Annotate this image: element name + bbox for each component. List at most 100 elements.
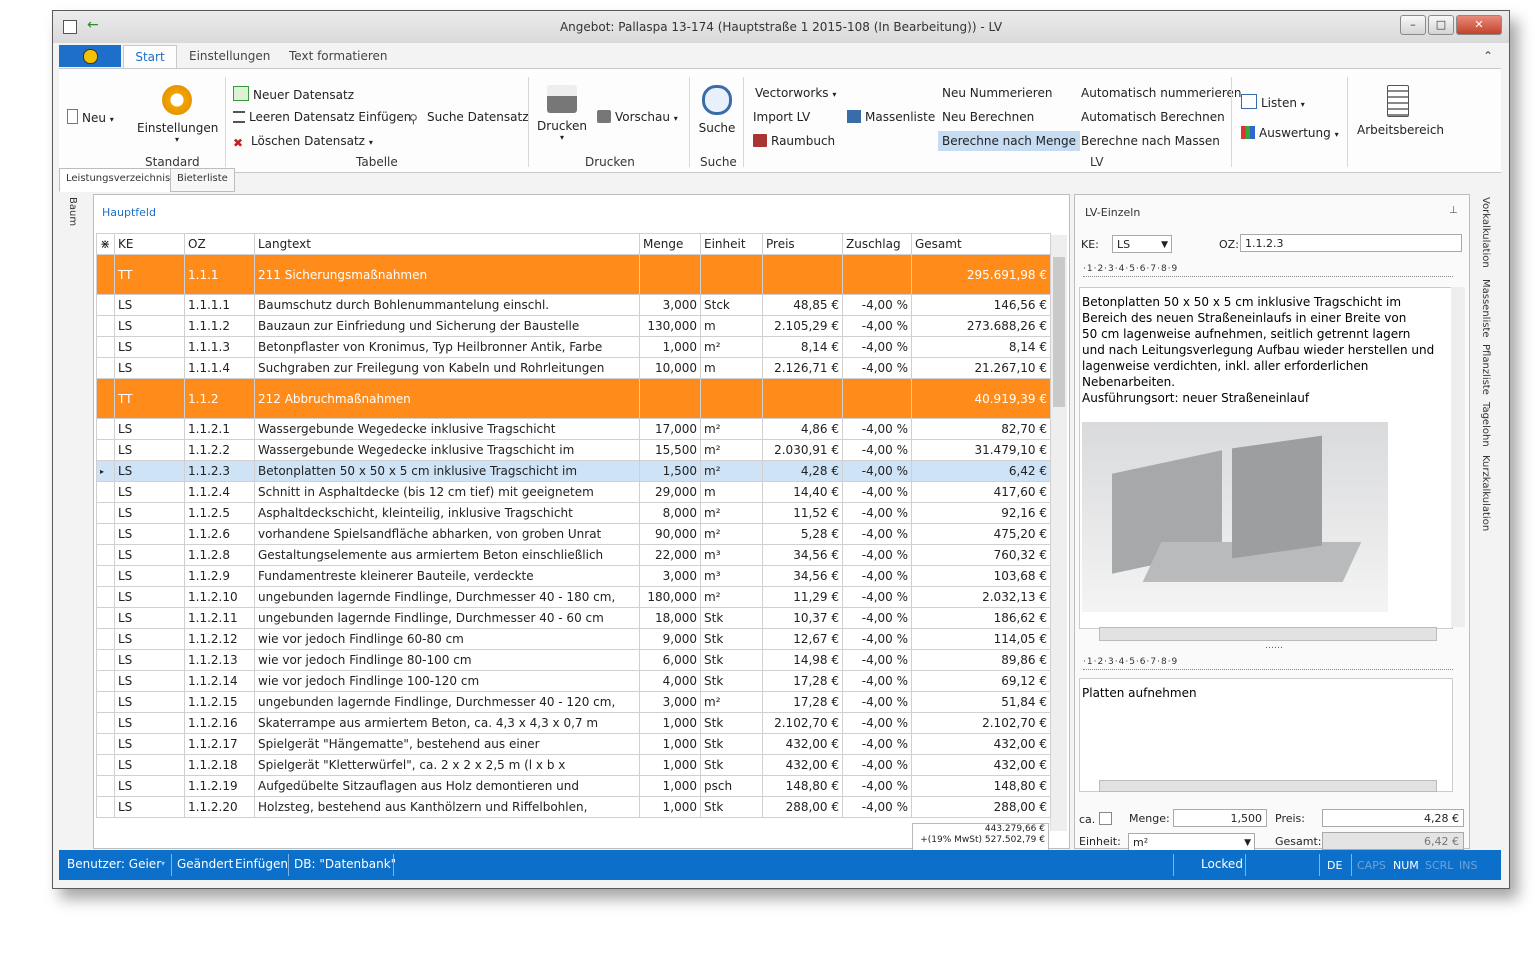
- cell-menge[interactable]: 180,000: [639, 586, 701, 608]
- cell-text[interactable]: 212 Abbruchmaßnahmen: [254, 378, 640, 419]
- cell-text[interactable]: Spielgerät "Hängematte", bestehend aus e…: [254, 733, 640, 755]
- table-row[interactable]: LS 1.1.2.10 ungebunden lagernde Findlinge,…: [96, 586, 1051, 608]
- tab-bieterliste[interactable]: Bieterliste: [170, 168, 235, 192]
- cell-gesamt[interactable]: 82,70 €: [911, 418, 1051, 440]
- cell-einheit[interactable]: m²: [700, 523, 763, 545]
- table-row[interactable]: LS 1.1.2.18 Spielgerät "Kletterwürfel", ca…: [96, 754, 1051, 776]
- cell-menge[interactable]: 1,000: [639, 796, 701, 818]
- cell-menge[interactable]: 10,000: [639, 357, 701, 379]
- row-selector[interactable]: [96, 565, 115, 587]
- tab-tagelohn[interactable]: Tagelohn: [1480, 402, 1491, 447]
- row-selector[interactable]: [96, 754, 115, 776]
- cell-preis[interactable]: 4,28 €: [762, 460, 843, 482]
- app-menu-button[interactable]: [59, 45, 121, 67]
- status-benutzer[interactable]: Benutzer: Geier: [67, 857, 161, 871]
- cell-menge[interactable]: 8,000: [639, 502, 701, 524]
- cell-zuschlag[interactable]: -4,00 %: [842, 502, 912, 524]
- cell-menge[interactable]: 1,000: [639, 775, 701, 797]
- berechne-nach-menge-button[interactable]: Berechne nach Menge: [938, 131, 1080, 151]
- cell-ke[interactable]: LS: [114, 565, 185, 587]
- column-header-oz[interactable]: OZ: [184, 233, 255, 255]
- cell-preis[interactable]: 10,37 €: [762, 607, 843, 629]
- cell-ke[interactable]: TT: [114, 254, 185, 295]
- cell-menge[interactable]: [639, 254, 701, 295]
- dropdown-arrow-icon[interactable]: ▾: [161, 859, 165, 868]
- cell-einheit[interactable]: Stk: [700, 670, 763, 692]
- row-selector[interactable]: [96, 775, 115, 797]
- cell-gesamt[interactable]: 273.688,26 €: [911, 315, 1051, 337]
- tab-start[interactable]: Start: [123, 45, 177, 68]
- cell-einheit[interactable]: m²: [700, 460, 763, 482]
- cell-text[interactable]: ungebunden lagernde Findlinge, Durchmess…: [254, 607, 640, 629]
- grid-vertical-scrollbar[interactable]: [1050, 235, 1067, 831]
- cell-menge[interactable]: 1,500: [639, 460, 701, 482]
- table-row[interactable]: LS 1.1.2.8 Gestaltungselemente aus armiert…: [96, 544, 1051, 566]
- cell-zuschlag[interactable]: -4,00 %: [842, 712, 912, 734]
- cell-ke[interactable]: LS: [114, 670, 185, 692]
- cell-ke[interactable]: LS: [114, 691, 185, 713]
- cell-menge[interactable]: 29,000: [639, 481, 701, 503]
- cell-preis[interactable]: 5,28 €: [762, 523, 843, 545]
- cell-ke[interactable]: LS: [114, 586, 185, 608]
- collapse-ribbon-icon[interactable]: ⌃: [1483, 45, 1493, 67]
- table-row[interactable]: LS 1.1.2.16 Skaterrampe aus armiertem Beto…: [96, 712, 1051, 734]
- neu-berechnen-button[interactable]: Neu Berechnen: [942, 110, 1034, 124]
- row-selector[interactable]: [96, 586, 115, 608]
- cell-gesamt[interactable]: 186,62 €: [911, 607, 1051, 629]
- table-row[interactable]: LS 1.1.2.4 Schnitt in Asphaltdecke (bis 12…: [96, 481, 1051, 503]
- cell-einheit[interactable]: m: [700, 315, 763, 337]
- oz-field[interactable]: 1.1.2.3: [1240, 234, 1462, 252]
- cell-zuschlag[interactable]: -4,00 %: [842, 481, 912, 503]
- cell-oz[interactable]: 1.1.2.10: [184, 586, 255, 608]
- row-selector-header[interactable]: ⋇: [96, 233, 115, 255]
- cell-menge[interactable]: 9,000: [639, 628, 701, 650]
- vorschau-button[interactable]: Vorschau ▾: [597, 110, 678, 124]
- cell-einheit[interactable]: [700, 254, 763, 295]
- cell-preis[interactable]: 17,28 €: [762, 691, 843, 713]
- cell-zuschlag[interactable]: -4,00 %: [842, 691, 912, 713]
- cell-oz[interactable]: 1.1.1: [184, 254, 255, 295]
- cell-preis[interactable]: 432,00 €: [762, 733, 843, 755]
- row-selector[interactable]: [96, 670, 115, 692]
- cell-zuschlag[interactable]: -4,00 %: [842, 733, 912, 755]
- cell-zuschlag[interactable]: -4,00 %: [842, 565, 912, 587]
- cell-zuschlag[interactable]: -4,00 %: [842, 670, 912, 692]
- cell-oz[interactable]: 1.1.2.5: [184, 502, 255, 524]
- row-selector[interactable]: [96, 523, 115, 545]
- leeren-datensatz-einfuegen-button[interactable]: Leeren Datensatz Einfügen: [233, 110, 411, 124]
- cell-ke[interactable]: LS: [114, 315, 185, 337]
- listen-button[interactable]: Listen ▾: [1241, 94, 1305, 110]
- cell-ke[interactable]: TT: [114, 378, 185, 419]
- massenliste-button[interactable]: Massenliste: [847, 110, 935, 124]
- einheit-select[interactable]: m² ▼: [1128, 833, 1255, 851]
- cell-text[interactable]: Wassergebunde Wegedecke inklusive Tragsc…: [254, 418, 640, 440]
- cell-zuschlag[interactable]: [842, 254, 912, 295]
- scrollbar-thumb[interactable]: [1053, 257, 1065, 407]
- table-row[interactable]: LS 1.1.2.19 Aufgedübelte Sitzauflagen aus …: [96, 775, 1051, 797]
- cell-gesamt[interactable]: 89,86 €: [911, 649, 1051, 671]
- cell-menge[interactable]: 130,000: [639, 315, 701, 337]
- table-row[interactable]: LS 1.1.2.2 Wassergebunde Wegedecke inklusi…: [96, 439, 1051, 461]
- cell-einheit[interactable]: m²: [700, 336, 763, 358]
- row-selector[interactable]: [96, 254, 115, 295]
- cell-gesamt[interactable]: 21.267,10 €: [911, 357, 1051, 379]
- cell-zuschlag[interactable]: -4,00 %: [842, 315, 912, 337]
- cell-ke[interactable]: LS: [114, 523, 185, 545]
- cell-ke[interactable]: LS: [114, 439, 185, 461]
- berechne-nach-massen-button[interactable]: Berechne nach Massen: [1081, 134, 1220, 148]
- column-header-ke[interactable]: KE: [114, 233, 185, 255]
- tab-einstellungen[interactable]: Einstellungen: [189, 45, 270, 67]
- arbeitsbereich-button[interactable]: Arbeitsbereich: [1357, 85, 1444, 137]
- cell-text[interactable]: wie vor jedoch Findlinge 100-120 cm: [254, 670, 640, 692]
- vectorworks-button[interactable]: Vectorworks ▾: [755, 86, 836, 100]
- cell-oz[interactable]: 1.1.2.11: [184, 607, 255, 629]
- table-row[interactable]: LS 1.1.2.9 Fundamentreste kleinerer Bautei…: [96, 565, 1051, 587]
- cell-preis[interactable]: 4,86 €: [762, 418, 843, 440]
- cell-preis[interactable]: 17,28 €: [762, 670, 843, 692]
- cell-einheit[interactable]: m²: [700, 502, 763, 524]
- column-header-einheit[interactable]: Einheit: [700, 233, 763, 255]
- cell-preis[interactable]: 148,80 €: [762, 775, 843, 797]
- cell-zuschlag[interactable]: -4,00 %: [842, 586, 912, 608]
- cell-preis[interactable]: 14,98 €: [762, 649, 843, 671]
- cell-gesamt[interactable]: 51,84 €: [911, 691, 1051, 713]
